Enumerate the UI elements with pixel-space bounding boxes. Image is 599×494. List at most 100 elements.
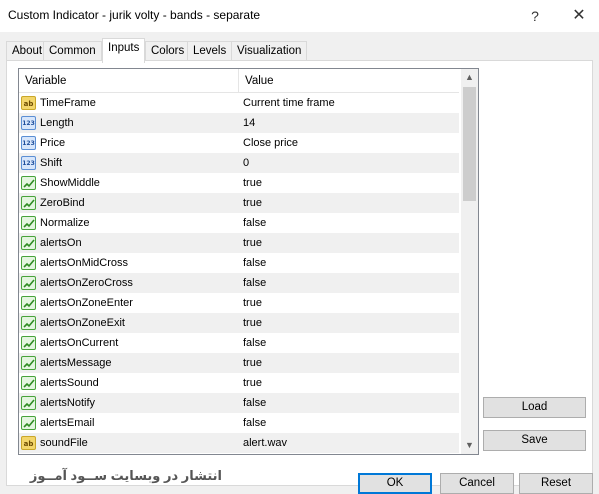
list-rows: ab TimeFrame Current time frame 123 Length 14… xyxy=(19,93,459,453)
value-cell[interactable]: true xyxy=(240,293,459,313)
variable-cell: Normalize xyxy=(19,213,239,233)
inputs-panel: Variable Value ab TimeFrame Current time f… xyxy=(6,60,593,486)
value-cell[interactable]: true xyxy=(240,313,459,333)
value-cell[interactable]: true xyxy=(240,233,459,253)
boolean-type-icon xyxy=(21,296,36,310)
variable-cell: alertsOnZoneExit xyxy=(19,313,239,333)
variable-cell: alertsNotify xyxy=(19,393,239,413)
variable-name: alertsMessage xyxy=(40,357,112,369)
value-cell[interactable]: alert.wav xyxy=(240,433,459,453)
table-row[interactable]: alertsOnZoneEnter true xyxy=(19,293,459,313)
scrollbar-thumb[interactable] xyxy=(463,87,476,201)
boolean-type-icon xyxy=(21,236,36,250)
watermark-text: انتشار در وبسایت ســود آمــوز xyxy=(29,468,222,483)
table-row[interactable]: ab TimeFrame Current time frame xyxy=(19,93,459,113)
variable-cell: ab TimeFrame xyxy=(19,93,239,113)
value-cell[interactable]: 14 xyxy=(240,113,459,133)
list-header: Variable Value xyxy=(19,69,459,93)
value-cell[interactable]: false xyxy=(240,333,459,353)
table-row[interactable]: alertsMessage true xyxy=(19,353,459,373)
value-cell[interactable]: 0 xyxy=(240,153,459,173)
boolean-type-icon xyxy=(21,196,36,210)
window-title: Custom Indicator - jurik volty - bands -… xyxy=(8,8,261,22)
table-row[interactable]: alertsSound true xyxy=(19,373,459,393)
vertical-scrollbar[interactable]: ▲ ▼ xyxy=(461,69,478,454)
boolean-type-icon xyxy=(21,416,36,430)
value-cell[interactable]: Current time frame xyxy=(240,93,459,113)
variable-name: Length xyxy=(40,117,74,129)
table-row[interactable]: ZeroBind true xyxy=(19,193,459,213)
table-row[interactable]: alertsOnMidCross false xyxy=(19,253,459,273)
table-row[interactable]: alertsOnCurrent false xyxy=(19,333,459,353)
value-cell[interactable]: false xyxy=(240,213,459,233)
variable-name: Shift xyxy=(40,157,63,169)
column-header-value[interactable]: Value xyxy=(239,69,459,93)
variable-name: ShowMiddle xyxy=(40,177,100,189)
value-cell[interactable]: true xyxy=(240,173,459,193)
value-cell[interactable]: false xyxy=(240,413,459,433)
help-button[interactable]: ? xyxy=(515,4,555,28)
variable-cell: alertsMessage xyxy=(19,353,239,373)
number-type-icon: 123 xyxy=(21,136,36,150)
boolean-type-icon xyxy=(21,396,36,410)
boolean-type-icon xyxy=(21,216,36,230)
value-cell[interactable]: true xyxy=(240,353,459,373)
value-cell[interactable]: false xyxy=(240,393,459,413)
column-header-variable[interactable]: Variable xyxy=(19,69,239,93)
variable-cell: 123 Shift xyxy=(19,153,239,173)
variable-name: Price xyxy=(40,137,66,149)
table-row[interactable]: ShowMiddle true xyxy=(19,173,459,193)
variable-cell: ShowMiddle xyxy=(19,173,239,193)
cancel-button[interactable]: Cancel xyxy=(440,473,514,494)
table-row[interactable]: alertsOnZoneExit true xyxy=(19,313,459,333)
table-row[interactable]: Normalize false xyxy=(19,213,459,233)
boolean-type-icon xyxy=(21,376,36,390)
table-row[interactable]: alertsOn true xyxy=(19,233,459,253)
boolean-type-icon xyxy=(21,256,36,270)
load-button[interactable]: Load xyxy=(483,397,586,418)
save-button[interactable]: Save xyxy=(483,430,586,451)
variable-cell: alertsOnCurrent xyxy=(19,333,239,353)
variable-name: alertsOnZeroCross xyxy=(40,277,133,289)
value-cell[interactable]: true xyxy=(240,193,459,213)
tab-inputs[interactable]: Inputs xyxy=(102,38,146,63)
tab-levels[interactable]: Levels xyxy=(187,41,233,61)
value-cell[interactable]: false xyxy=(240,273,459,293)
table-row[interactable]: 123 Shift 0 xyxy=(19,153,459,173)
number-type-icon: 123 xyxy=(21,156,36,170)
boolean-type-icon xyxy=(21,336,36,350)
variable-name: alertsOnCurrent xyxy=(40,337,119,349)
variable-cell: alertsSound xyxy=(19,373,239,393)
table-row[interactable]: 123 Price Close price xyxy=(19,133,459,153)
variable-cell: alertsOnZoneEnter xyxy=(19,293,239,313)
table-row[interactable]: alertsEmail false xyxy=(19,413,459,433)
ok-button[interactable]: OK xyxy=(358,473,432,494)
reset-button[interactable]: Reset xyxy=(519,473,593,494)
table-row[interactable]: 123 Length 14 xyxy=(19,113,459,133)
close-button[interactable]: ✕ xyxy=(559,4,599,28)
value-cell[interactable]: Close price xyxy=(240,133,459,153)
tab-visualization[interactable]: Visualization xyxy=(231,41,308,61)
variable-name: alertsEmail xyxy=(40,417,95,429)
variable-cell: alertsOnZeroCross xyxy=(19,273,239,293)
value-cell[interactable]: true xyxy=(240,373,459,393)
variable-name: soundFile xyxy=(40,437,88,449)
tab-common[interactable]: Common xyxy=(43,41,102,61)
variable-name: ZeroBind xyxy=(40,197,85,209)
scroll-up-arrow-icon[interactable]: ▲ xyxy=(461,69,478,86)
variable-name: TimeFrame xyxy=(40,97,96,109)
variable-cell: 123 Length xyxy=(19,113,239,133)
variable-name: alertsOnMidCross xyxy=(40,257,129,269)
inputs-list[interactable]: Variable Value ab TimeFrame Current time f… xyxy=(18,68,479,455)
scroll-down-arrow-icon[interactable]: ▼ xyxy=(461,437,478,454)
string-type-icon: ab xyxy=(21,96,36,110)
table-row[interactable]: alertsOnZeroCross false xyxy=(19,273,459,293)
table-row[interactable]: alertsNotify false xyxy=(19,393,459,413)
table-row[interactable]: ab soundFile alert.wav xyxy=(19,433,459,453)
value-cell[interactable]: false xyxy=(240,253,459,273)
tab-about[interactable]: About xyxy=(6,41,49,61)
boolean-type-icon xyxy=(21,276,36,290)
tab-colors[interactable]: Colors xyxy=(145,41,191,61)
dialog-body: About Common Inputs Colors Levels Visual… xyxy=(0,32,599,494)
boolean-type-icon xyxy=(21,316,36,330)
